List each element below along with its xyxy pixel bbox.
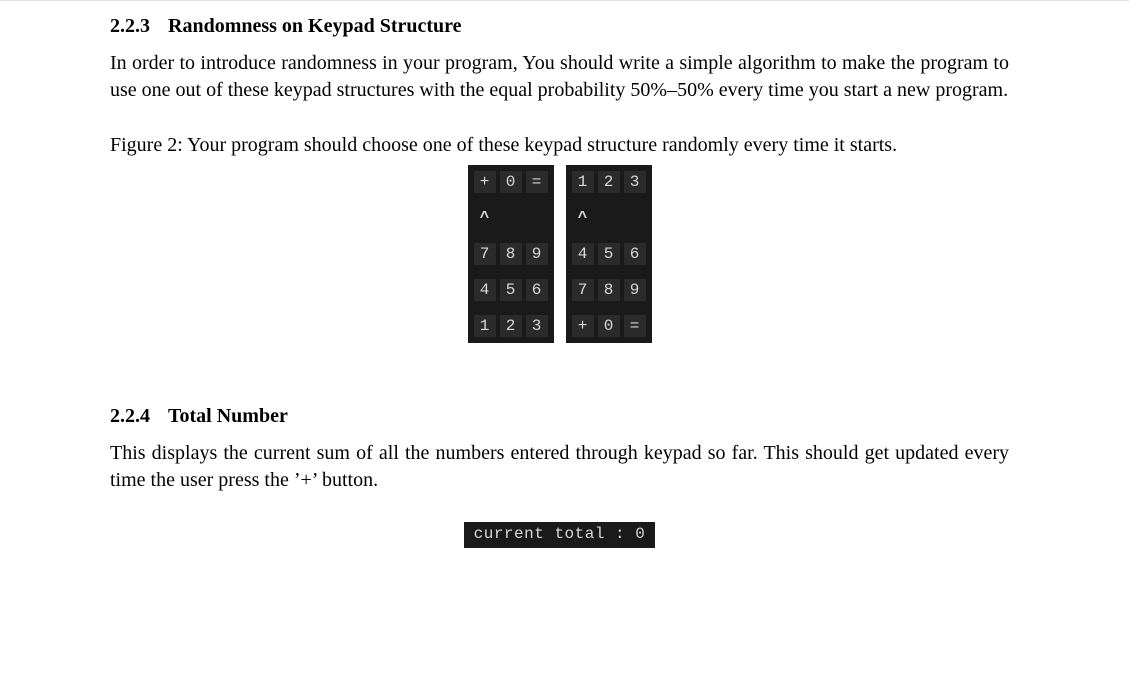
keypad-right: 1 2 3 ^ 4 5 6 7 8 9 + 0 = — [566, 165, 652, 343]
key-cell: = — [526, 171, 548, 193]
keypad-row: 4 5 6 — [572, 243, 646, 265]
keypad-row: + 0 = — [572, 315, 646, 337]
section-heading-223: 2.2.3 Randomness on Keypad Structure — [110, 13, 1009, 40]
caret-icon: ^ — [572, 207, 594, 229]
keypad-row: 7 8 9 — [572, 279, 646, 301]
caret-icon: ^ — [474, 207, 496, 229]
section-224-paragraph: This displays the current sum of all the… — [110, 440, 1009, 494]
section-heading-224: 2.2.4 Total Number — [110, 403, 1009, 430]
key-cell: + — [572, 315, 594, 337]
key-cell: 6 — [624, 243, 646, 265]
key-cell: 2 — [500, 315, 522, 337]
key-cell: 0 — [500, 171, 522, 193]
keypad-row: 4 5 6 — [474, 279, 548, 301]
section-223-paragraph: In order to introduce randomness in your… — [110, 50, 1009, 104]
keypad-row: 1 2 3 — [474, 315, 548, 337]
current-total-display: current total : 0 — [464, 522, 656, 548]
total-box-wrap: current total : 0 — [110, 522, 1009, 548]
key-cell: 2 — [598, 171, 620, 193]
keypad-row: 7 8 9 — [474, 243, 548, 265]
key-cell: 4 — [474, 279, 496, 301]
keypad-left: + 0 = ^ 7 8 9 4 5 6 1 2 3 — [468, 165, 554, 343]
keypad-caret-row: ^ — [474, 207, 548, 229]
section-number: 2.2.4 — [110, 405, 150, 427]
key-cell: 0 — [598, 315, 620, 337]
key-cell: = — [624, 315, 646, 337]
key-cell: 7 — [572, 279, 594, 301]
section-title: Randomness on Keypad Structure — [168, 15, 462, 37]
key-cell: 4 — [572, 243, 594, 265]
key-cell: 8 — [500, 243, 522, 265]
key-cell: 9 — [526, 243, 548, 265]
key-cell: 5 — [598, 243, 620, 265]
key-cell: + — [474, 171, 496, 193]
keypad-caret-row: ^ — [572, 207, 646, 229]
document-page: 2.2.3 Randomness on Keypad Structure In o… — [0, 3, 1129, 687]
key-cell: 7 — [474, 243, 496, 265]
figure-2-caption: Figure 2: Your program should choose one… — [110, 132, 1009, 159]
key-cell: 1 — [474, 315, 496, 337]
keypad-row: + 0 = — [474, 171, 548, 193]
key-cell: 3 — [526, 315, 548, 337]
figure-caption-prefix: Figure 2: — [110, 134, 183, 156]
section-title: Total Number — [168, 405, 288, 427]
key-cell: 9 — [624, 279, 646, 301]
keypad-row: 1 2 3 — [572, 171, 646, 193]
key-cell: 6 — [526, 279, 548, 301]
key-cell: 5 — [500, 279, 522, 301]
key-cell: 8 — [598, 279, 620, 301]
figure-caption-text: Your program should choose one of these … — [187, 134, 897, 156]
section-number: 2.2.3 — [110, 15, 150, 37]
key-cell: 1 — [572, 171, 594, 193]
key-cell: 3 — [624, 171, 646, 193]
figure-2-keypads: + 0 = ^ 7 8 9 4 5 6 1 2 3 — [110, 165, 1009, 343]
